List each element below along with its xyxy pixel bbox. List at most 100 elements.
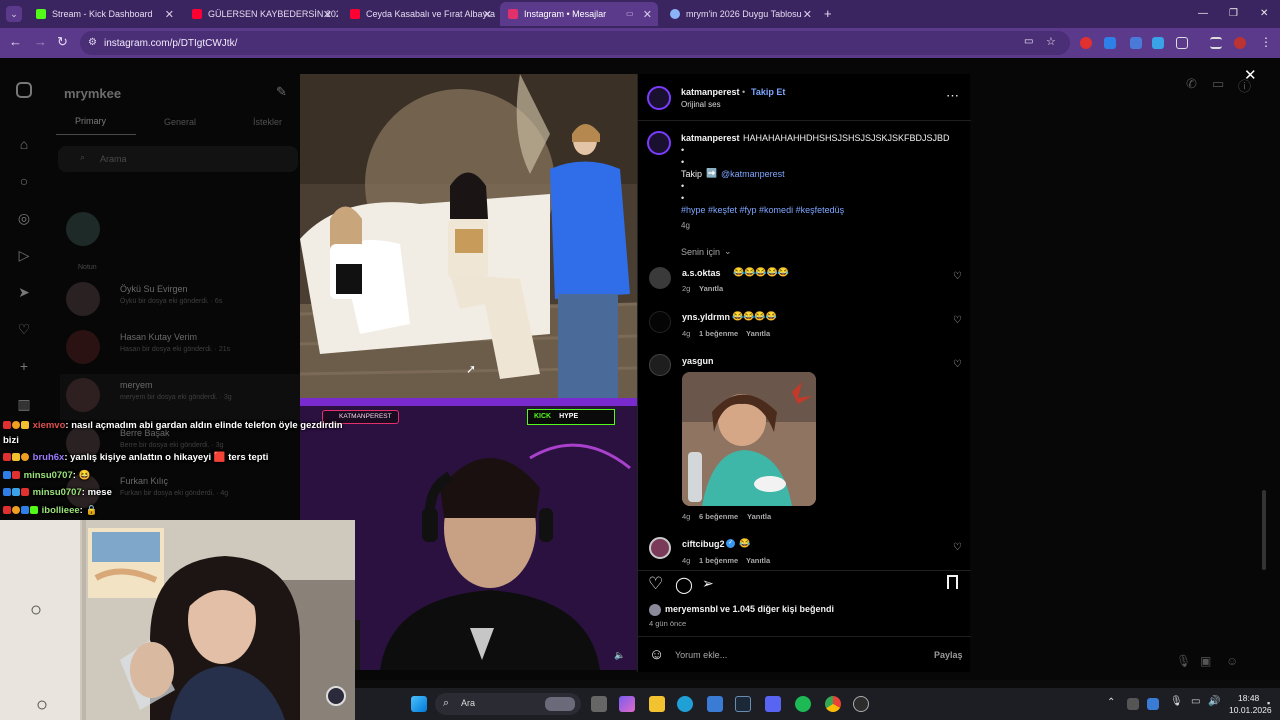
start-menu-icon[interactable] bbox=[411, 696, 427, 712]
create-icon[interactable]: + bbox=[16, 358, 32, 374]
emoji-picker-icon[interactable]: ☺ bbox=[649, 646, 664, 663]
accessibility-icon[interactable] bbox=[326, 686, 346, 706]
media-playing-icon[interactable]: ▭ bbox=[626, 9, 634, 18]
call-icon[interactable]: ✆ bbox=[1186, 76, 1197, 92]
comment-avatar[interactable] bbox=[649, 537, 671, 559]
messages-icon[interactable]: ➤ bbox=[16, 284, 32, 300]
tab-kick-dashboard[interactable]: Stream - Kick Dashboard ✕ bbox=[28, 2, 180, 26]
mute-toggle-icon[interactable]: 🔈 bbox=[614, 650, 625, 661]
spotify-icon[interactable] bbox=[795, 696, 811, 712]
cast-icon[interactable]: ▭ bbox=[1024, 36, 1033, 47]
extension-translate-icon[interactable] bbox=[1104, 37, 1116, 49]
reload-icon[interactable]: ↻ bbox=[57, 34, 68, 50]
post-comment-button[interactable]: Paylaş bbox=[934, 650, 963, 660]
close-window-icon[interactable]: ✕ bbox=[1260, 8, 1268, 19]
liked-by-avatar[interactable] bbox=[649, 604, 661, 616]
close-tab-icon[interactable]: ✕ bbox=[483, 8, 492, 21]
bookmark-star-icon[interactable]: ☆ bbox=[1046, 35, 1056, 48]
close-tab-icon[interactable]: ✕ bbox=[323, 8, 332, 21]
like-icon[interactable]: ♡ bbox=[648, 574, 663, 594]
chat-user[interactable]: ibollieee bbox=[42, 505, 80, 516]
post-author[interactable]: katmanperest bbox=[681, 87, 740, 97]
more-options-icon[interactable]: ⋯ bbox=[946, 88, 959, 104]
follow-button[interactable]: Takip Et bbox=[751, 87, 785, 97]
clock-time[interactable]: 18:48 bbox=[1238, 693, 1259, 703]
caption-author[interactable]: katmanperest bbox=[681, 133, 740, 143]
reply-button[interactable]: Yanıtla bbox=[746, 329, 770, 338]
new-message-icon[interactable]: ✎ bbox=[276, 84, 287, 100]
chat-user[interactable]: minsu0707 bbox=[24, 470, 73, 481]
reply-button[interactable]: Yanıtla bbox=[746, 556, 770, 565]
comment-like-icon[interactable]: ♡ bbox=[953, 542, 962, 553]
home-icon[interactable]: ⌂ bbox=[16, 136, 32, 152]
comment-like-icon[interactable]: ♡ bbox=[953, 271, 962, 282]
steam-icon[interactable] bbox=[735, 696, 751, 712]
forward-icon[interactable]: → bbox=[34, 34, 47, 49]
sticker-icon[interactable]: ☺ bbox=[1226, 654, 1238, 668]
tab-duygu-tablosu[interactable]: mrym'in 2026 Duygu Tablosu ✕ bbox=[662, 2, 818, 26]
comment-likes[interactable]: 6 beğenme bbox=[699, 512, 738, 521]
post-video-top-scene[interactable]: ➚ bbox=[300, 74, 637, 398]
comment-avatar[interactable] bbox=[649, 311, 671, 333]
explore-icon[interactable]: ◎ bbox=[16, 210, 32, 226]
liked-by-user[interactable]: meryemsnbl bbox=[665, 604, 718, 614]
reading-list-icon[interactable] bbox=[1210, 37, 1222, 49]
address-bar[interactable]: ⚙ instagram.com/p/DTIgtCWJtk/ ▭ ☆ bbox=[80, 31, 1070, 55]
author-avatar[interactable] bbox=[647, 86, 671, 110]
comment-avatar[interactable] bbox=[649, 267, 671, 289]
extension-red-icon[interactable] bbox=[1080, 37, 1092, 49]
comment-icon[interactable]: ◯ bbox=[675, 575, 693, 595]
extension-blue-icon[interactable] bbox=[1152, 37, 1164, 49]
chat-user[interactable]: bruh6x bbox=[33, 452, 65, 463]
search-icon[interactable]: ○ bbox=[16, 173, 32, 189]
tab-general[interactable]: General bbox=[164, 117, 196, 127]
restore-icon[interactable]: ❐ bbox=[1229, 8, 1238, 19]
comment-likes[interactable]: 1 beğenme bbox=[699, 556, 738, 565]
comment-user[interactable]: ciftcibug2 bbox=[682, 539, 725, 549]
obs-icon[interactable] bbox=[853, 696, 869, 712]
tab-youtube-ceyda[interactable]: Ceyda Kasabalı ve Fırat Albayra ✕ bbox=[342, 2, 498, 26]
chrome-icon[interactable] bbox=[825, 696, 841, 712]
reply-button[interactable]: Yanıtla bbox=[699, 284, 723, 293]
liked-by-rest[interactable]: ve 1.045 diğer kişi beğendi bbox=[720, 604, 834, 614]
close-tab-icon[interactable]: ✕ bbox=[643, 8, 652, 21]
notifications-icon[interactable]: ♡ bbox=[16, 321, 32, 337]
tray-app-icon[interactable] bbox=[1147, 698, 1159, 710]
tab-instagram-messages[interactable]: Instagram • Mesajlar ▭ ✕ bbox=[500, 2, 658, 26]
comment-user[interactable]: yasgun bbox=[682, 356, 714, 366]
reels-icon[interactable]: ▷ bbox=[16, 247, 32, 263]
extension-badge-icon[interactable] bbox=[1130, 37, 1142, 49]
close-modal-icon[interactable]: ✕ bbox=[1244, 66, 1257, 84]
file-explorer-icon[interactable] bbox=[649, 696, 665, 712]
conversation-item[interactable]: Hasan Kutay Verim Hasan bir dosya eki gö… bbox=[60, 326, 300, 372]
new-tab-icon[interactable]: + bbox=[824, 6, 832, 21]
extensions-puzzle-icon[interactable] bbox=[1176, 37, 1188, 49]
comment-input[interactable]: Yorum ekle... bbox=[675, 650, 727, 660]
minimize-icon[interactable]: — bbox=[1198, 8, 1208, 19]
profile-avatar-icon[interactable] bbox=[1234, 37, 1246, 49]
back-icon[interactable]: ← bbox=[9, 34, 22, 49]
conversation-item[interactable]: Öykü Su Evirgen Öykü bir dosya eki gönde… bbox=[60, 278, 300, 324]
clock-date[interactable]: 10.01.2026 bbox=[1229, 705, 1272, 715]
comment-sort-dropdown[interactable]: Senin için bbox=[681, 247, 720, 257]
instagram-logo-icon[interactable] bbox=[16, 82, 32, 98]
comment-likes[interactable]: 1 beğenme bbox=[699, 329, 738, 338]
chat-user[interactable]: minsu0707 bbox=[33, 487, 82, 498]
caption-mention-link[interactable]: @katmanperest bbox=[721, 169, 785, 179]
tab-primary[interactable]: Primary bbox=[75, 116, 106, 126]
comment-user[interactable]: yns.yldrmn bbox=[682, 312, 730, 322]
reply-button[interactable]: Yanıtla bbox=[747, 512, 771, 521]
voice-message-icon[interactable]: 🎙 bbox=[1176, 654, 1191, 668]
network-icon[interactable]: ▭ bbox=[1191, 696, 1200, 707]
site-info-icon[interactable]: ⚙ bbox=[88, 37, 97, 48]
caption-hashtags[interactable]: #hype #keşfet #fyp #komedi #keşfetedüş bbox=[681, 205, 844, 215]
edge-icon[interactable] bbox=[677, 696, 693, 712]
tray-app-icon[interactable] bbox=[1127, 698, 1139, 710]
tab-requests[interactable]: İstekler bbox=[253, 117, 282, 127]
comment-user[interactable]: a.s.oktas bbox=[682, 268, 721, 278]
tab-list-dropdown-icon[interactable]: ⌄ bbox=[6, 6, 22, 22]
scrollbar-thumb[interactable] bbox=[1262, 490, 1266, 570]
copilot-icon[interactable] bbox=[619, 696, 635, 712]
discord-icon[interactable] bbox=[765, 696, 781, 712]
volume-icon[interactable]: 🔊 bbox=[1208, 696, 1220, 707]
